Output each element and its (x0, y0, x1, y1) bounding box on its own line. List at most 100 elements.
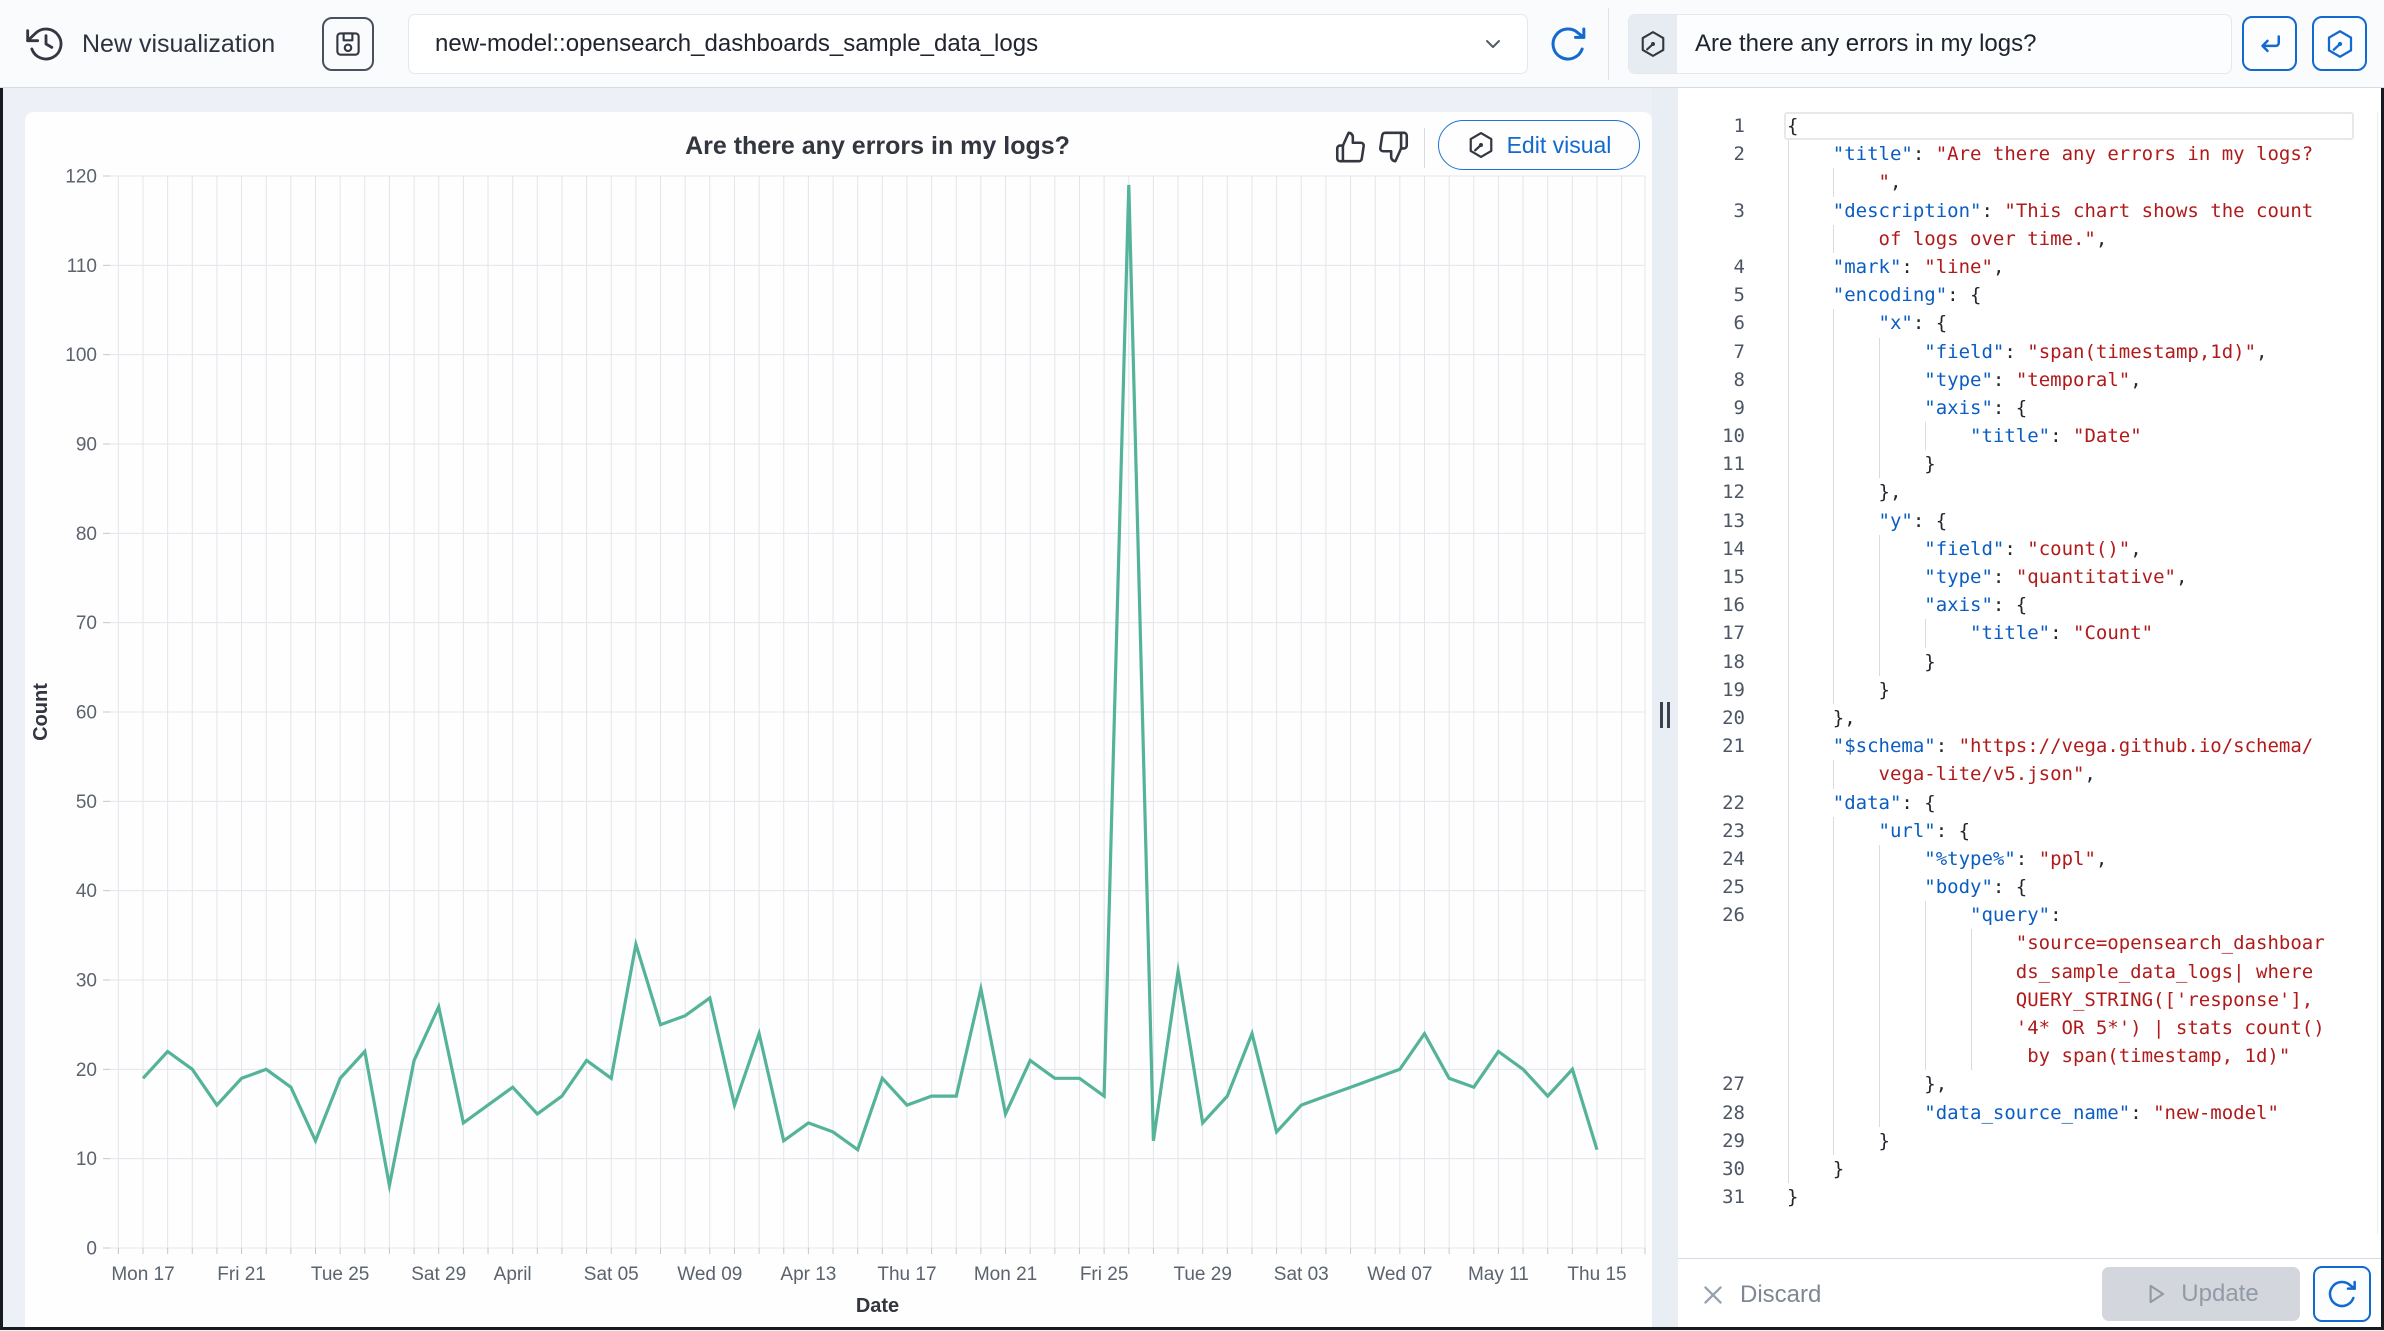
svg-text:May 11: May 11 (1468, 1264, 1529, 1285)
line-number (1678, 958, 1787, 986)
line-number: 22 (1678, 789, 1787, 817)
line-number: 30 (1678, 1155, 1787, 1183)
model-select[interactable]: new-model::opensearch_dashboards_sample_… (408, 14, 1528, 74)
line-number: 19 (1678, 676, 1787, 704)
line-number: 1 (1678, 112, 1787, 140)
code-line: 29 } (1678, 1127, 2384, 1155)
refresh-icon (2326, 1278, 2358, 1310)
svg-text:Count: Count (30, 683, 52, 741)
code-line: 9 "axis": { (1678, 394, 2384, 422)
line-number: 24 (1678, 845, 1787, 873)
code-line: 10 "title": "Date" (1678, 422, 2384, 450)
line-number: 21 (1678, 732, 1787, 760)
svg-text:100: 100 (65, 345, 97, 366)
code-line: 7 "field": "span(timestamp,1d)", (1678, 338, 2384, 366)
line-number: 5 (1678, 281, 1787, 309)
discard-button[interactable]: Discard (1700, 1259, 1821, 1331)
line-number: 27 (1678, 1070, 1787, 1098)
code-line: "source=opensearch_dashboar (1678, 929, 2384, 957)
chevron-down-icon (1481, 32, 1505, 56)
line-number: 12 (1678, 478, 1787, 506)
code-line: 16 "axis": { (1678, 591, 2384, 619)
chart-line (143, 185, 1597, 1186)
line-number (1678, 929, 1787, 957)
code-line: 3 "description": "This chart shows the c… (1678, 197, 2384, 225)
code-line: 19 } (1678, 676, 2384, 704)
svg-text:60: 60 (76, 703, 97, 724)
svg-text:Sat 03: Sat 03 (1274, 1264, 1329, 1285)
code-line: 15 "type": "quantitative", (1678, 563, 2384, 591)
play-icon (2143, 1281, 2169, 1307)
code-line: 22 "data": { (1678, 789, 2384, 817)
code-line: 26 "query": (1678, 901, 2384, 929)
line-number: 25 (1678, 873, 1787, 901)
svg-text:Thu 17: Thu 17 (877, 1264, 936, 1285)
code-line: 17 "title": "Count" (1678, 619, 2384, 647)
svg-text:Tue 25: Tue 25 (311, 1264, 369, 1285)
svg-text:40: 40 (76, 881, 97, 902)
svg-text:90: 90 (76, 435, 97, 456)
svg-text:Tue 29: Tue 29 (1173, 1264, 1231, 1285)
line-number: 10 (1678, 422, 1787, 450)
svg-text:Wed 07: Wed 07 (1367, 1264, 1432, 1285)
svg-text:0: 0 (86, 1239, 97, 1260)
top-bar: New visualization new-model::opensearch_… (0, 0, 2384, 88)
assistant-question-box (1628, 14, 2232, 74)
svg-text:Apr 13: Apr 13 (780, 1264, 836, 1285)
code-line: QUERY_STRING(['response'], (1678, 986, 2384, 1014)
svg-text:Wed 09: Wed 09 (677, 1264, 742, 1285)
assistant-logo-icon (1629, 15, 1677, 73)
refresh-model-icon[interactable] (1548, 24, 1588, 64)
code-line: 12 }, (1678, 478, 2384, 506)
editor-scrollbar[interactable] (2377, 112, 2378, 1234)
line-number: 6 (1678, 309, 1787, 337)
code-lines: 1{2 "title": "Are there any errors in my… (1678, 112, 2384, 1211)
line-number: 9 (1678, 394, 1787, 422)
code-line: 4 "mark": "line", (1678, 253, 2384, 281)
code-line: 21 "$schema": "https://vega.github.io/sc… (1678, 732, 2384, 760)
assistant-question-input[interactable] (1677, 15, 2231, 73)
assistant-generate-button[interactable] (2312, 16, 2367, 71)
update-label: Update (2181, 1280, 2258, 1308)
code-line: 25 "body": { (1678, 873, 2384, 901)
line-number: 17 (1678, 619, 1787, 647)
resize-handle-icon[interactable] (1659, 702, 1671, 728)
line-number: 26 (1678, 901, 1787, 929)
line-number: 28 (1678, 1099, 1787, 1127)
code-line: 23 "url": { (1678, 817, 2384, 845)
refresh-query-button[interactable] (2313, 1266, 2371, 1322)
svg-text:Sat 05: Sat 05 (584, 1264, 639, 1285)
code-editor[interactable]: 1{2 "title": "Are there any errors in my… (1678, 88, 2384, 1330)
code-line: 20 }, (1678, 704, 2384, 732)
code-line: 30 } (1678, 1155, 2384, 1183)
submit-question-button[interactable] (2242, 16, 2297, 71)
svg-text:30: 30 (76, 971, 97, 992)
line-number (1678, 760, 1787, 788)
svg-text:10: 10 (76, 1149, 97, 1170)
save-button[interactable] (322, 17, 374, 71)
history-icon[interactable] (26, 24, 66, 64)
code-line: 24 "%type%": "ppl", (1678, 845, 2384, 873)
model-select-value: new-model::opensearch_dashboards_sample_… (435, 30, 1481, 58)
svg-text:80: 80 (76, 524, 97, 545)
code-line: 8 "type": "temporal", (1678, 366, 2384, 394)
topbar-divider (1608, 8, 1609, 80)
update-button[interactable]: Update (2102, 1267, 2300, 1321)
code-line: 1{ (1678, 112, 2384, 140)
line-number: 8 (1678, 366, 1787, 394)
svg-text:Sat 29: Sat 29 (411, 1264, 466, 1285)
line-number: 31 (1678, 1183, 1787, 1211)
line-number: 18 (1678, 648, 1787, 676)
line-number: 29 (1678, 1127, 1787, 1155)
code-line: 27 }, (1678, 1070, 2384, 1098)
line-number: 14 (1678, 535, 1787, 563)
line-number: 16 (1678, 591, 1787, 619)
line-number: 15 (1678, 563, 1787, 591)
line-number (1678, 986, 1787, 1014)
panel-resize-gutter[interactable] (1652, 88, 1678, 1330)
page-title: New visualization (82, 0, 275, 88)
svg-text:20: 20 (76, 1060, 97, 1081)
line-number: 11 (1678, 450, 1787, 478)
line-number (1678, 1042, 1787, 1070)
code-line: 31} (1678, 1183, 2384, 1211)
